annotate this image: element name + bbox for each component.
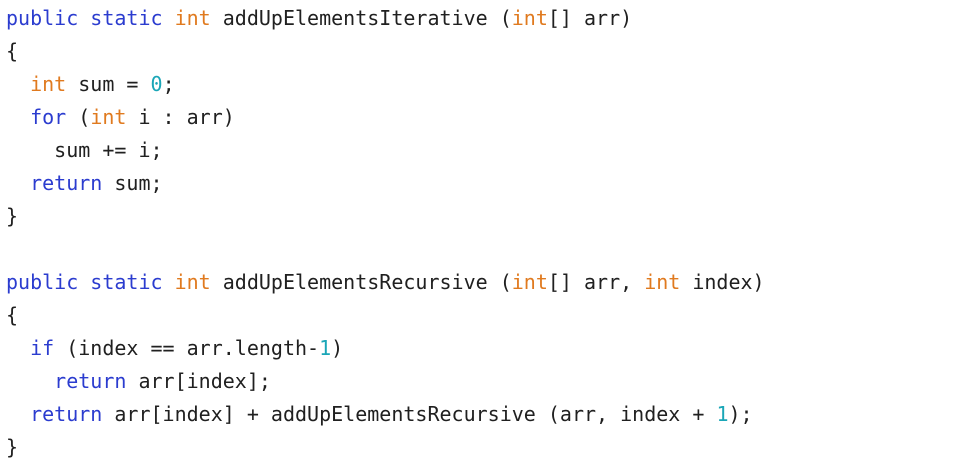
type-token: int [174, 6, 211, 30]
code-line: public static int addUpElementsRecursive… [6, 266, 959, 299]
type-token: int [174, 270, 211, 294]
code-token: sum += i; [6, 138, 163, 162]
code-token: sum; [102, 171, 163, 195]
code-line: int sum = 0; [6, 68, 959, 101]
code-token: (index == arr.length- [54, 336, 320, 360]
keyword-token: public static [6, 270, 175, 294]
code-line: } [6, 200, 959, 233]
code-token: } [6, 435, 19, 459]
code-token: [] arr) [547, 6, 633, 30]
type-token: int [644, 270, 681, 294]
code-editor: public static int addUpElementsIterative… [6, 2, 959, 461]
code-line: if (index == arr.length-1) [6, 332, 959, 365]
keyword-token: return [54, 369, 127, 393]
code-line: public static int addUpElementsIterative… [6, 2, 959, 35]
code-token: arr[index] + addUpElementsRecursive (arr… [102, 402, 717, 426]
code-token: ) [331, 336, 344, 360]
code-line: return arr[index] + addUpElementsRecursi… [6, 398, 959, 431]
code-line: return arr[index]; [6, 365, 959, 398]
code-token: { [6, 303, 19, 327]
code-token: addUpElementsIterative ( [210, 6, 512, 30]
code-line: sum += i; [6, 134, 959, 167]
type-token: int [90, 105, 127, 129]
code-token: addUpElementsRecursive ( [210, 270, 512, 294]
code-line: { [6, 35, 959, 68]
number-token: 1 [716, 402, 729, 426]
code-token: index) [680, 270, 765, 294]
type-token: int [30, 72, 67, 96]
code-token: sum = [66, 72, 151, 96]
keyword-token: if [30, 336, 55, 360]
number-token: 1 [319, 336, 332, 360]
keyword-token: public static [6, 6, 175, 30]
code-token: { [6, 39, 19, 63]
code-token: ; [162, 72, 175, 96]
code-line: return sum; [6, 167, 959, 200]
code-token: [] arr, [547, 270, 645, 294]
keyword-token: for [30, 105, 67, 129]
code-line: } [6, 431, 959, 464]
code-token: ( [66, 105, 91, 129]
code-token: i : arr) [126, 105, 235, 129]
code-token: arr[index]; [126, 369, 271, 393]
keyword-token: return [30, 402, 103, 426]
type-token: int [511, 6, 548, 30]
code-line: { [6, 299, 959, 332]
number-token: 0 [150, 72, 163, 96]
code-token: ); [728, 402, 753, 426]
code-line: for (int i : arr) [6, 101, 959, 134]
code-token: } [6, 204, 19, 228]
type-token: int [511, 270, 548, 294]
keyword-token: return [30, 171, 103, 195]
